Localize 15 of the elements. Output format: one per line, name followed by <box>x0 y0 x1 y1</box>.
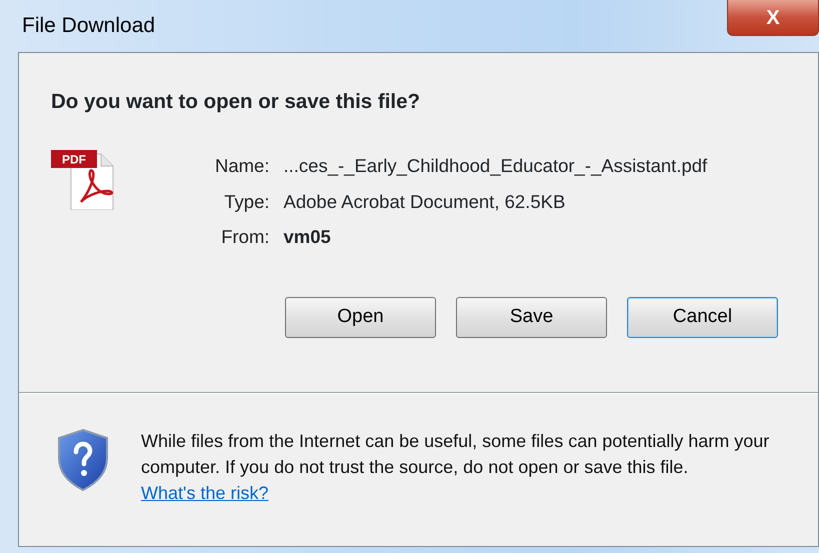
close-button[interactable]: X <box>727 0 819 36</box>
window-title: File Download <box>22 13 156 40</box>
field-label: Type: <box>223 190 270 214</box>
field-value: vm05 <box>284 225 332 250</box>
security-warning-text: While files from the Internet can be useful, some files can potentially harm your computer. If you do not trust the source, do not open or save this file. What's the risk? <box>141 430 770 505</box>
dialog-button[interactable]: Open <box>285 297 436 338</box>
prompt-heading: Do you want to open or save this file? <box>51 89 422 115</box>
field-label: Name: <box>215 154 270 178</box>
dialog-button[interactable]: Cancel <box>627 297 778 338</box>
risk-link[interactable]: What's the risk? <box>141 483 268 503</box>
field-value: ...ces_-_Early_Childhood_Educator_-_Assistant.pdf <box>284 154 708 178</box>
field-label: From: <box>220 225 270 250</box>
dialog-button[interactable]: Save <box>456 297 607 338</box>
security-shield-icon <box>55 428 111 492</box>
field-value: Adobe Acrobat Document, 62.5KB <box>284 190 566 214</box>
